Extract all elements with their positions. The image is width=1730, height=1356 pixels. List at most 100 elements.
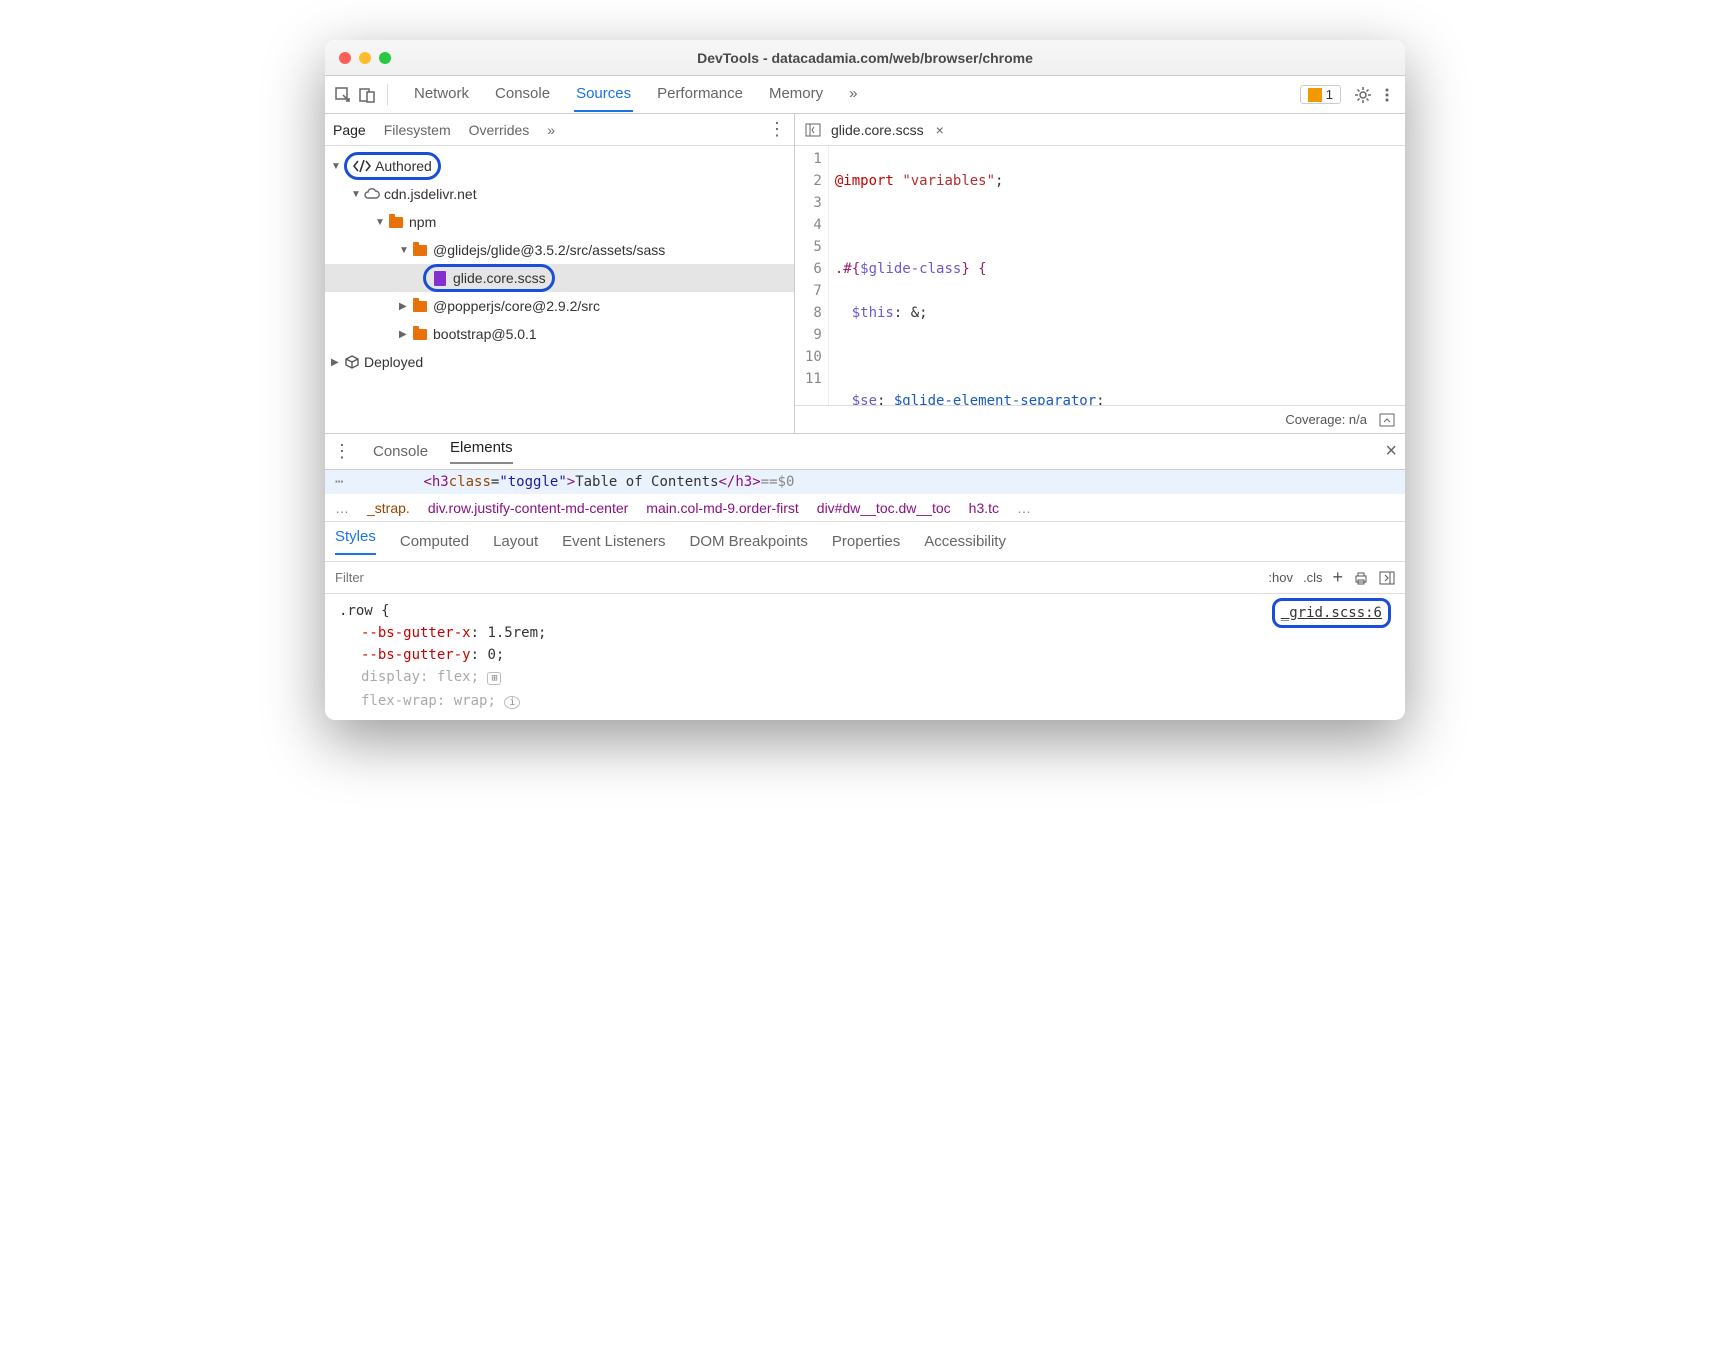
sidebar-toggle-icon[interactable] — [805, 123, 821, 137]
chevron-right-icon: ▶ — [399, 329, 409, 340]
crumb-main[interactable]: main.col-md-9.order-first — [646, 500, 798, 516]
crumbs-right-ellipsis: … — [1017, 500, 1031, 516]
crumb-strap[interactable]: _strap. — [367, 500, 410, 516]
tabs-overflow-icon[interactable]: » — [847, 77, 859, 112]
folder-icon — [388, 214, 404, 230]
print-icon[interactable] — [1353, 571, 1369, 585]
new-style-icon[interactable]: + — [1332, 567, 1343, 588]
styles-filter-bar: :hov .cls + — [325, 562, 1405, 594]
source-link[interactable]: _grid.scss:6 — [1272, 598, 1391, 628]
ellipsis-icon: ⋯ — [335, 474, 343, 490]
tab-network[interactable]: Network — [412, 77, 471, 112]
close-drawer-icon[interactable]: × — [1385, 440, 1397, 463]
package-icon — [344, 355, 360, 369]
line-gutter: 1234567891011 — [795, 146, 829, 405]
chevron-down-icon: ▼ — [331, 161, 341, 172]
drawer-kebab-icon[interactable]: ⋮ — [333, 441, 351, 462]
coverage-label: Coverage: n/a — [1285, 412, 1367, 427]
editor-tabbar: glide.core.scss × — [795, 114, 1405, 146]
titlebar: DevTools - datacadamia.com/web/browser/c… — [325, 40, 1405, 76]
close-tab-icon[interactable]: × — [936, 122, 944, 138]
minimize-window-icon[interactable] — [359, 52, 371, 64]
drawer-tabs: ⋮ Console Elements × — [325, 434, 1405, 470]
navigator-tab-filesystem[interactable]: Filesystem — [384, 122, 451, 138]
code-content: @import "variables"; .#{$glide-class} { … — [829, 146, 1405, 405]
traffic-lights — [325, 52, 391, 64]
breadcrumb[interactable]: … _strap. div.row.justify-content-md-cen… — [325, 494, 1405, 522]
window-title: DevTools - datacadamia.com/web/browser/c… — [325, 50, 1405, 66]
elements-selected-node[interactable]: ⋯ <h3 class="toggle">Table of Contents</… — [325, 470, 1405, 494]
maximize-window-icon[interactable] — [379, 52, 391, 64]
stab-accessibility[interactable]: Accessibility — [924, 533, 1006, 550]
kebab-menu-icon[interactable] — [1377, 85, 1397, 105]
stab-properties[interactable]: Properties — [832, 533, 900, 550]
tree-npm[interactable]: ▼ npm — [325, 208, 794, 236]
style-rule[interactable]: _grid.scss:6 .row { --bs-gutter-x: 1.5re… — [325, 594, 1405, 720]
tree-group-authored[interactable]: ▼ Authored — [325, 152, 794, 180]
stab-listeners[interactable]: Event Listeners — [562, 533, 665, 550]
chevron-down-icon: ▼ — [375, 217, 385, 228]
navigator-kebab-icon[interactable]: ⋮ — [768, 119, 786, 140]
inspect-element-icon[interactable] — [333, 85, 353, 105]
tree-glide-folder[interactable]: ▼ @glidejs/glide@3.5.2/src/assets/sass — [325, 236, 794, 264]
tree-domain[interactable]: ▼ cdn.jsdelivr.net — [325, 180, 794, 208]
warning-icon — [1308, 88, 1322, 102]
tab-sources[interactable]: Sources — [574, 77, 633, 112]
file-tree: ▼ Authored ▼ cdn.jsdelivr.net ▼ npm — [325, 146, 794, 382]
navigator-pane: Page Filesystem Overrides » ⋮ ▼ Authored… — [325, 114, 795, 433]
deployed-label: Deployed — [364, 354, 423, 370]
close-window-icon[interactable] — [339, 52, 351, 64]
editor-footer: Coverage: n/a — [795, 405, 1405, 433]
tree-group-deployed[interactable]: ▶ Deployed — [325, 348, 794, 376]
navigator-tab-overrides[interactable]: Overrides — [469, 122, 530, 138]
stab-dom-bp[interactable]: DOM Breakpoints — [690, 533, 808, 550]
sidebar-toggle-icon[interactable] — [1379, 571, 1395, 585]
sources-panel: Page Filesystem Overrides » ⋮ ▼ Authored… — [325, 114, 1405, 434]
settings-icon[interactable] — [1353, 85, 1373, 105]
cls-toggle[interactable]: .cls — [1303, 570, 1323, 585]
authored-label: Authored — [375, 158, 432, 174]
styles-filter-input[interactable] — [335, 570, 1258, 585]
tab-performance[interactable]: Performance — [655, 77, 745, 112]
main-toolbar: Network Console Sources Performance Memo… — [325, 76, 1405, 114]
tree-bootstrap-label: bootstrap@5.0.1 — [433, 326, 537, 342]
tree-popper[interactable]: ▶ @popperjs/core@2.9.2/src — [325, 292, 794, 320]
tree-glide-folder-label: @glidejs/glide@3.5.2/src/assets/sass — [433, 242, 665, 258]
device-toggle-icon[interactable] — [357, 85, 377, 105]
stab-computed[interactable]: Computed — [400, 533, 469, 550]
flex-badge-icon[interactable]: ⊞ — [487, 672, 501, 685]
info-icon[interactable]: i — [504, 696, 520, 709]
drawer-tab-elements[interactable]: Elements — [450, 439, 513, 464]
tree-popper-label: @popperjs/core@2.9.2/src — [433, 298, 600, 314]
drawer-tab-console[interactable]: Console — [373, 443, 428, 460]
tab-console[interactable]: Console — [493, 77, 552, 112]
chevron-down-icon: ▼ — [399, 245, 409, 256]
crumb-row[interactable]: div.row.justify-content-md-center — [428, 500, 628, 516]
rule-selector: .row { — [339, 600, 1391, 622]
navigator-tab-page[interactable]: Page — [333, 122, 366, 138]
folder-icon — [412, 326, 428, 342]
tab-memory[interactable]: Memory — [767, 77, 825, 112]
crumb-toc[interactable]: div#dw__toc.dw__toc — [817, 500, 951, 516]
chevron-right-icon: ▶ — [331, 357, 341, 368]
editor-tab-file[interactable]: glide.core.scss — [831, 122, 924, 138]
tree-glide-file[interactable]: glide.core.scss — [325, 264, 794, 292]
issues-badge[interactable]: 1 — [1300, 85, 1341, 104]
code-editor[interactable]: 1234567891011 @import "variables"; .#{$g… — [795, 146, 1405, 405]
authored-highlight: Authored — [344, 152, 441, 180]
panel-tabs: Network Console Sources Performance Memo… — [412, 77, 859, 112]
cloud-icon — [364, 187, 380, 201]
stab-styles[interactable]: Styles — [335, 528, 376, 555]
code-icon — [353, 159, 371, 173]
folder-icon — [412, 298, 428, 314]
hov-toggle[interactable]: :hov — [1268, 570, 1293, 585]
navigator-tabs-overflow-icon[interactable]: » — [547, 122, 555, 138]
navigator-tabs: Page Filesystem Overrides » ⋮ — [325, 114, 794, 146]
issues-count: 1 — [1326, 87, 1333, 102]
crumb-h3[interactable]: h3.tc — [969, 500, 999, 516]
stab-layout[interactable]: Layout — [493, 533, 538, 550]
folder-icon — [412, 242, 428, 258]
chevron-down-icon: ▼ — [351, 189, 361, 200]
tree-bootstrap[interactable]: ▶ bootstrap@5.0.1 — [325, 320, 794, 348]
collapse-icon[interactable] — [1379, 413, 1395, 427]
